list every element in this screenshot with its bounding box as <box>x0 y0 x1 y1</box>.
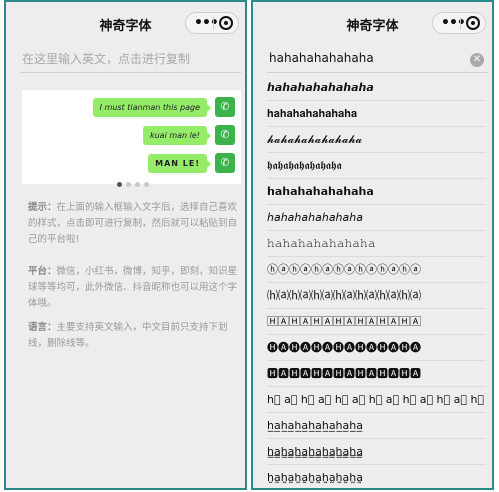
language-label: 语言： <box>28 322 57 333</box>
right-screen: 神奇字体 ••• hahahahahahaha ✕ 𝙝𝙖𝙝𝙖𝙝𝙖𝙝𝙖𝙝𝙖𝙝𝙖𝙝𝙖… <box>251 0 494 490</box>
carousel-dot[interactable] <box>135 182 140 187</box>
more-icon[interactable]: ••• <box>194 16 219 30</box>
more-icon[interactable]: ••• <box>441 16 466 30</box>
carousel-dot[interactable] <box>117 182 122 187</box>
wechat-avatar-icon: ✆ <box>215 125 235 145</box>
language-paragraph: 语言：主要支持英文输入，中文目前只支持下划线，删除线等。 <box>28 320 240 352</box>
font-style-row[interactable]: 𝙝𝙖𝙝𝙖𝙝𝙖𝙝𝙖𝙝𝙖𝙝𝙖𝙝𝙖 <box>267 75 486 101</box>
input-underline <box>267 72 488 73</box>
close-target-icon[interactable] <box>466 16 480 30</box>
nav-bar: 神奇字体 ••• <box>6 2 245 44</box>
tip-label: 提示： <box>28 202 57 213</box>
nav-bar: 神奇字体 ••• <box>253 2 492 44</box>
font-style-row[interactable]: h̲a̲h̲a̲h̲a̲h̲a̲h̲a̲h̲a̲h̲a̲ <box>267 413 486 439</box>
wechat-avatar-icon: ✆ <box>215 153 235 173</box>
carousel-indicator <box>117 172 153 191</box>
chat-bubble: kuai man le! <box>142 126 212 145</box>
tip-paragraph: 提示：在上面的输入框输入文字后，选择自己喜欢的样式，点击即可进行复制，然后就可以… <box>28 200 240 248</box>
font-style-list: 𝙝𝙖𝙝𝙖𝙝𝙖𝙝𝙖𝙝𝙖𝙝𝙖𝙝𝙖 𝐡𝐚𝐡𝐚𝐡𝐚𝐡𝐚𝐡𝐚𝐡𝐚𝐡𝐚 𝓱𝓪𝓱𝓪𝓱𝓪𝓱𝓪𝓱𝓪… <box>267 75 486 488</box>
chat-bubble: I must tianman this page <box>92 98 212 117</box>
platform-paragraph: 平台：微信，小红书，微博，知乎，即刻，知识星球等等均可，此外微信、抖音昵称也可以… <box>28 264 240 312</box>
example-carousel[interactable]: I must tianman this page ✆ kuai man le! … <box>22 90 241 187</box>
input-underline <box>20 72 241 73</box>
text-input[interactable]: hahahahahahaha <box>269 51 374 65</box>
font-style-row[interactable]: 𝐡𝐚𝐡𝐚𝐡𝐚𝐡𝐚𝐡𝐚𝐡𝐚𝐡𝐚 <box>267 101 486 127</box>
font-style-row[interactable]: 🅗🅐🅗🅐🅗🅐🅗🅐🅗🅐🅗🅐🅗🅐 <box>267 335 486 361</box>
capsule-divider <box>460 17 461 30</box>
font-style-row[interactable]: h̳a̳h̳a̳h̳a̳h̳a̳h̳a̳h̳a̳h̳a̳ <box>267 439 486 465</box>
platform-text: 微信，小红书，微博，知乎，即刻，知识星球等等均可，此外微信、抖音昵称也可以用这个… <box>28 266 238 309</box>
font-style-row[interactable]: 🄷🄰🄷🄰🄷🄰🄷🄰🄷🄰🄷🄰🄷🄰 <box>267 309 486 335</box>
font-style-row[interactable]: h̰a̰h̰a̰h̰a̰h̰a̰h̰a̰h̰a̰h̰a̰ <box>267 465 486 488</box>
capsule-divider <box>213 17 214 30</box>
font-style-row[interactable]: 𝘩𝘢𝘩𝘢𝘩𝘢𝘩𝘢𝘩𝘢𝘩𝘢𝘩𝘢 <box>267 205 486 231</box>
text-input[interactable]: 在这里输入英文，点击进行复制 <box>22 50 190 67</box>
font-style-row[interactable]: 𝖍𝖆𝖍𝖆𝖍𝖆𝖍𝖆𝖍𝖆𝖍𝖆𝖍𝖆 <box>267 153 486 179</box>
font-style-row[interactable]: 🅷🅰🅷🅰🅷🅰🅷🅰🅷🅰🅷🅰🅷🅰 <box>267 361 486 387</box>
left-screen: 神奇字体 ••• 在这里输入英文，点击进行复制 I must tianman t… <box>4 0 247 490</box>
mini-program-capsule: ••• <box>185 12 239 34</box>
platform-label: 平台： <box>28 266 57 277</box>
carousel-dot[interactable] <box>144 182 149 187</box>
chat-bubble: MAN LE! <box>148 154 211 173</box>
font-style-row[interactable]: 𝗵𝗮𝗵𝗮𝗵𝗮𝗵𝗮𝗵𝗮𝗵𝗮𝗵𝗮 <box>267 179 486 205</box>
carousel-dot[interactable] <box>126 182 131 187</box>
font-style-row[interactable]: ⓗⓐⓗⓐⓗⓐⓗⓐⓗⓐⓗⓐⓗⓐ <box>267 257 486 283</box>
font-style-row[interactable]: h⃞ a⃞ h⃞ a⃞ h⃞ a⃞ h⃞ a⃞ h⃞ a⃞ h⃞ a⃞ h⃞ a… <box>267 387 486 413</box>
tip-text: 在上面的输入框输入文字后，选择自己喜欢的样式，点击即可进行复制，然后就可以粘贴到… <box>28 202 238 245</box>
wechat-avatar-icon: ✆ <box>215 97 235 117</box>
font-style-row[interactable]: 𝚑𝚊𝚑𝚊𝚑𝚊𝚑𝚊𝚑𝚊𝚑𝚊𝚑𝚊 <box>267 231 486 257</box>
clear-icon[interactable]: ✕ <box>470 53 484 67</box>
font-style-row[interactable]: 𝓱𝓪𝓱𝓪𝓱𝓪𝓱𝓪𝓱𝓪𝓱𝓪𝓱𝓪 <box>267 127 486 153</box>
language-text: 主要支持英文输入，中文目前只支持下划线，删除线等。 <box>28 322 228 349</box>
close-target-icon[interactable] <box>219 16 233 30</box>
font-style-row[interactable]: ⒣⒜⒣⒜⒣⒜⒣⒜⒣⒜⒣⒜⒣⒜ <box>267 283 486 309</box>
mini-program-capsule: ••• <box>432 12 486 34</box>
